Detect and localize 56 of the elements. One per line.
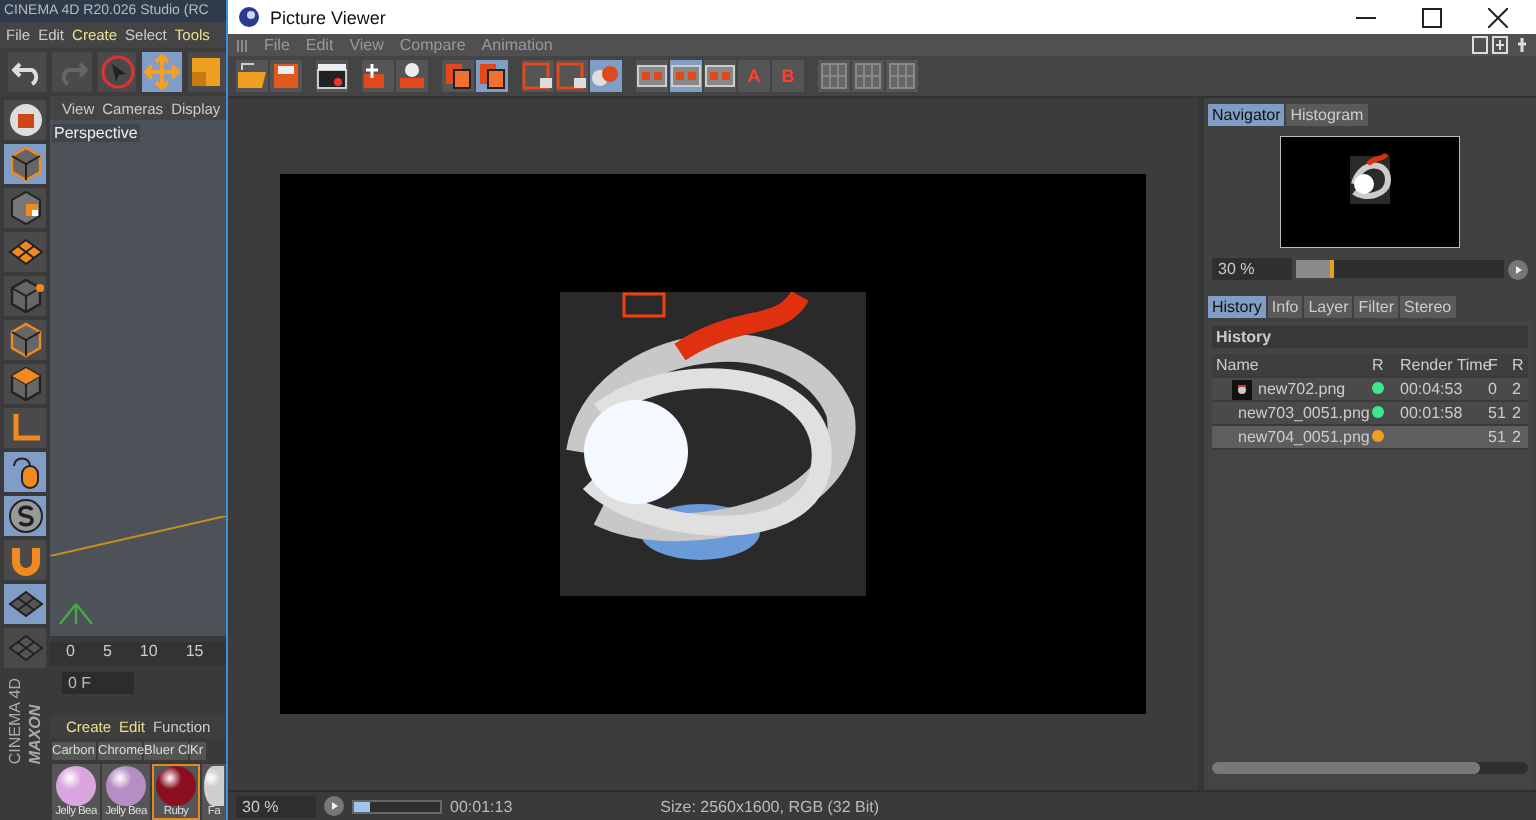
tab[interactable]: Stereo	[1400, 296, 1456, 318]
render-time: 00:04:53	[1400, 380, 1463, 398]
tab[interactable]: Layer	[1304, 296, 1353, 318]
column-header[interactable]: R	[1368, 356, 1396, 374]
tab[interactable]: Navigator	[1208, 104, 1285, 126]
zoom-slider-fill[interactable]	[1296, 260, 1334, 278]
tab[interactable]: History	[1208, 296, 1266, 318]
panel-title: History	[1212, 326, 1528, 348]
history-row[interactable]: new704_0051.png 51 2	[1212, 426, 1528, 450]
window-title: Picture Viewer	[270, 7, 386, 27]
file-name: new704_0051.png	[1238, 428, 1370, 446]
viewport-label: Perspective	[52, 124, 140, 142]
frame-number: 0	[1488, 380, 1497, 398]
axis-gizmo-icon	[56, 600, 96, 628]
table-cell: 2	[1512, 380, 1521, 398]
column-header[interactable]: R	[1508, 356, 1524, 374]
tab[interactable]: Histogram	[1286, 104, 1368, 126]
toolbar-button[interactable]	[8, 52, 47, 92]
play-circle-icon[interactable]	[324, 796, 344, 816]
elapsed-time: 00:01:13	[450, 797, 513, 815]
app-logo-icon	[238, 6, 260, 28]
file-name: new703_0051.png	[1238, 404, 1370, 422]
file-name: new702.png	[1258, 380, 1346, 398]
play-circle-icon[interactable]	[1508, 259, 1528, 279]
column-header[interactable]: Name	[1212, 356, 1368, 374]
tab[interactable]: Info	[1267, 296, 1303, 318]
undo-arrow-icon[interactable]	[11, 58, 44, 86]
letter-arrow: B	[781, 66, 795, 86]
navigator-thumbnail-drawing[interactable]	[1280, 136, 1460, 248]
frame-field[interactable]: 0 F	[62, 672, 134, 694]
close-icon[interactable]	[1488, 7, 1508, 27]
history-row[interactable]: new703_0051.png 00:01:58 51 2	[1212, 402, 1528, 426]
frame-number: 51	[1488, 428, 1506, 446]
tick-label: 15	[185, 642, 204, 660]
frame-number: 51	[1488, 404, 1506, 422]
zoom-field[interactable]: 30 %	[236, 795, 316, 817]
logo-text: CINEMA 4D	[6, 678, 24, 765]
image-info: Size: 2560x1600, RGB (32 Bit)	[660, 797, 880, 815]
letter-arrow: A	[747, 66, 761, 86]
render-time: 00:01:58	[1400, 404, 1463, 422]
table-cell: 2	[1512, 404, 1521, 422]
logo-text: MAXON	[26, 702, 44, 765]
zoom-slider[interactable]	[1296, 260, 1504, 278]
zoom-field[interactable]: 30 %	[1212, 258, 1292, 280]
tick-label: 10	[139, 642, 158, 660]
tab[interactable]: Filter	[1354, 296, 1399, 318]
grip-icon	[236, 37, 248, 53]
viewport[interactable]: Perspective	[50, 120, 226, 636]
layout-icons-drawing[interactable]	[1472, 36, 1532, 54]
table-cell: 2	[1512, 428, 1521, 446]
history-row[interactable]: new702.png 00:04:53 0 2	[1212, 378, 1528, 402]
maximize-icon[interactable]	[1422, 7, 1442, 27]
tick-label: 0	[66, 642, 75, 660]
tick-label: 5	[102, 642, 112, 660]
thumbnail-icon	[1232, 379, 1252, 399]
timeline-ruler[interactable]: 0 5 10 15	[50, 642, 226, 666]
